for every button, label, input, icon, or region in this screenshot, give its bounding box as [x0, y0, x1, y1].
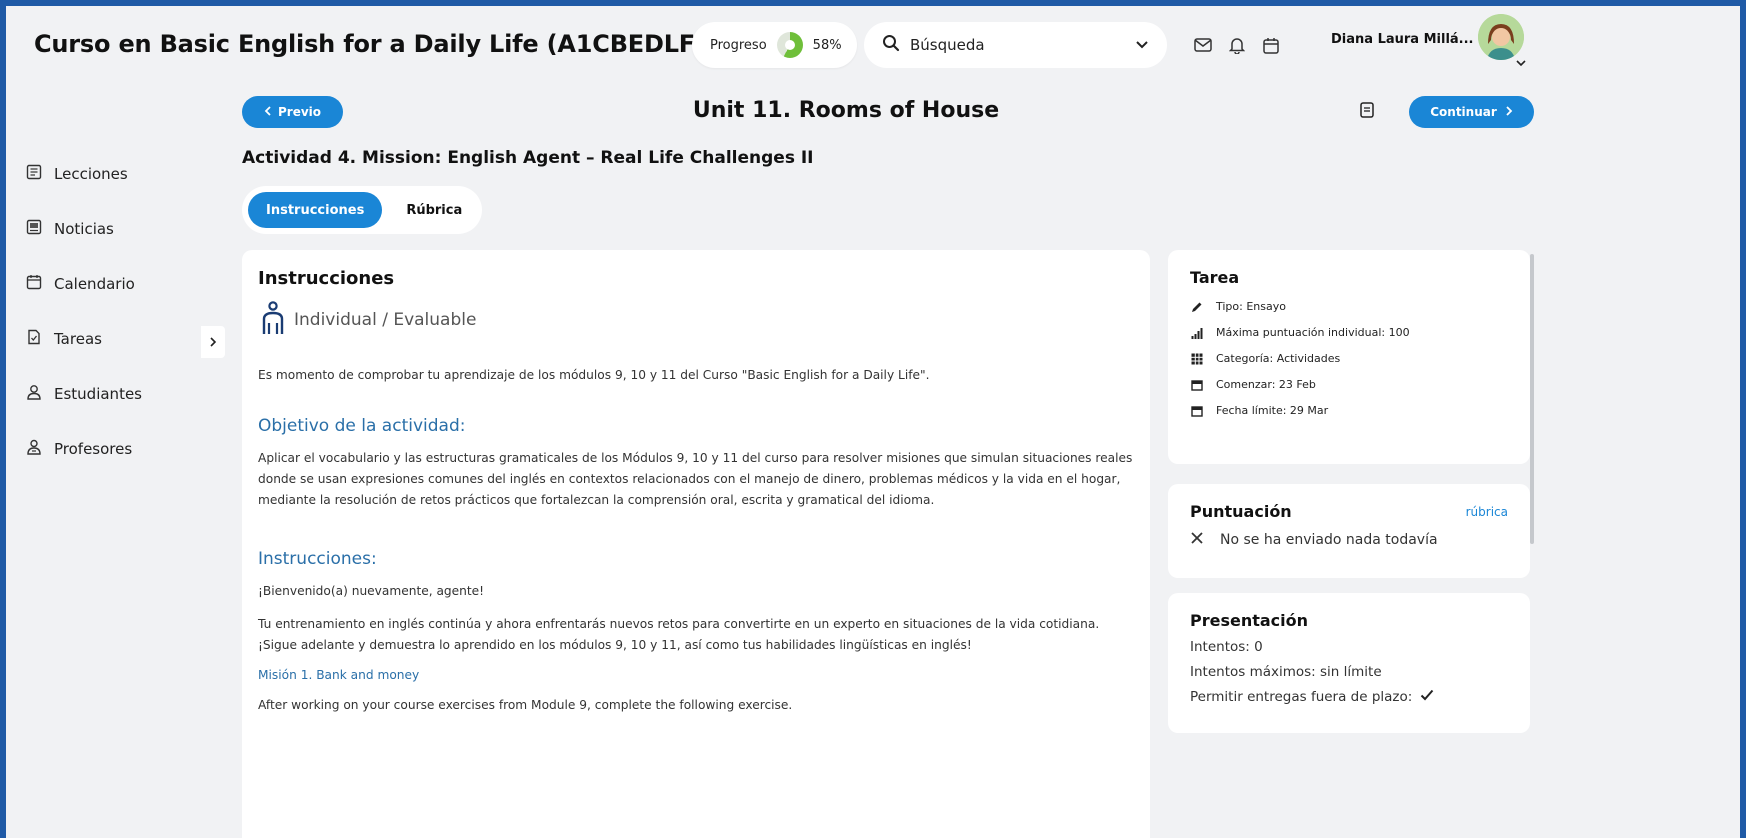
- chevron-right-icon: [1505, 105, 1513, 120]
- individual-person-icon: [258, 301, 288, 339]
- bookmark-icon[interactable]: [1360, 102, 1374, 122]
- instructions-subtitle: Instrucciones:: [258, 549, 377, 569]
- user-name[interactable]: Diana Laura Millá...: [1331, 32, 1474, 47]
- tab-rubrica[interactable]: Rúbrica: [388, 192, 480, 228]
- search-placeholder: Búsqueda: [910, 36, 985, 54]
- chevron-down-icon[interactable]: [1135, 36, 1149, 54]
- sidebar-toggle-button[interactable]: [201, 326, 225, 358]
- instructions-heading: Instrucciones: [258, 268, 395, 289]
- score-card-header: Puntuación rúbrica: [1190, 502, 1508, 521]
- task-max-score-row: Máxima puntuación individual: 100: [1190, 326, 1508, 339]
- objective-title: Objetivo de la actividad:: [258, 416, 466, 436]
- activity-mode: Individual / Evaluable: [258, 301, 1134, 339]
- unit-title: Unit 11. Rooms of House: [692, 98, 1000, 123]
- progress-label: Progreso: [710, 37, 767, 53]
- rubric-link[interactable]: rúbrica: [1466, 505, 1508, 519]
- chevron-left-icon: [264, 105, 272, 120]
- activity-title: Actividad 4. Mission: English Agent – Re…: [242, 148, 814, 168]
- chevron-right-icon: [209, 333, 217, 352]
- progress-value: 58%: [812, 37, 842, 53]
- mail-icon[interactable]: [1192, 34, 1214, 56]
- grid-icon: [1190, 353, 1204, 365]
- continue-button-label: Continuar: [1430, 105, 1497, 119]
- task-max-score: Máxima puntuación individual: 100: [1216, 326, 1410, 339]
- task-due-row: Fecha límite: 29 Mar: [1190, 404, 1508, 417]
- student-icon: [26, 384, 42, 404]
- sidebar-item-label: Calendario: [54, 275, 135, 293]
- task-type: Tipo: Ensayo: [1216, 300, 1286, 313]
- sidebar-item-noticias[interactable]: Noticias: [26, 219, 114, 239]
- task-card: Tarea Tipo: Ensayo Máxima puntuación ind…: [1168, 250, 1530, 464]
- task-start-date: Comenzar: 23 Feb: [1216, 378, 1316, 391]
- lessons-icon: [26, 164, 42, 184]
- sidebar-item-lecciones[interactable]: Lecciones: [26, 164, 128, 184]
- submission-card: Presentación Intentos: 0 Intentos máximo…: [1168, 593, 1530, 733]
- max-attempts: Intentos máximos: sin límite: [1190, 664, 1382, 680]
- previous-button[interactable]: Previo: [242, 96, 343, 128]
- sidebar-item-label: Lecciones: [54, 165, 128, 183]
- bell-icon[interactable]: [1226, 34, 1248, 56]
- training-text-2: ¡Sigue adelante y demuestra lo aprendido…: [258, 638, 972, 652]
- teacher-icon: [26, 439, 42, 459]
- sidebar-item-label: Tareas: [54, 330, 102, 348]
- task-type-row: Tipo: Ensayo: [1190, 300, 1508, 313]
- sidebar-item-label: Estudiantes: [54, 385, 142, 403]
- welcome-text: ¡Bienvenido(a) nuevamente, agente!: [258, 584, 485, 598]
- progress-donut: [776, 32, 803, 58]
- score-status: No se ha enviado nada todavía: [1220, 532, 1438, 548]
- submission-card-title: Presentación: [1190, 611, 1309, 630]
- task-category-row: Categoría: Actividades: [1190, 352, 1508, 365]
- training-text-1: Tu entrenamiento en inglés continúa y ah…: [258, 617, 1100, 631]
- sidebar-item-estudiantes[interactable]: Estudiantes: [26, 384, 142, 404]
- sidebar-item-profesores[interactable]: Profesores: [26, 439, 132, 459]
- attempts: Intentos: 0: [1190, 639, 1263, 655]
- mission-1-text: After working on your course exercises f…: [258, 698, 793, 712]
- signal-bars-icon: [1190, 327, 1204, 339]
- sidebar-item-calendario[interactable]: Calendario: [26, 274, 135, 294]
- late-submission-label: Permitir entregas fuera de plazo:: [1190, 689, 1413, 705]
- search-input[interactable]: Búsqueda: [864, 22, 1167, 68]
- score-card-title: Puntuación: [1190, 502, 1292, 521]
- objective-text: Aplicar el vocabulario y las estructuras…: [258, 451, 1133, 507]
- progress-indicator[interactable]: Progreso 58%: [692, 22, 857, 68]
- score-status-row: No se ha enviado nada todavía: [1190, 531, 1508, 549]
- tab-instrucciones[interactable]: Instrucciones: [248, 192, 383, 228]
- top-bar: Curso en Basic English for a Daily Life …: [6, 6, 1740, 90]
- close-icon: [1190, 531, 1204, 549]
- checkmark-icon: [1420, 689, 1434, 705]
- intro-text: Es momento de comprobar tu aprendizaje d…: [258, 368, 930, 382]
- tasks-icon: [26, 329, 42, 349]
- news-icon: [26, 219, 42, 239]
- instructions-panel: Instrucciones Individual / Evaluable Es …: [242, 250, 1150, 838]
- sidebar-item-label: Profesores: [54, 440, 133, 458]
- tab-bar: Instrucciones Rúbrica: [242, 186, 482, 234]
- previous-button-label: Previo: [277, 105, 322, 119]
- task-start-row: Comenzar: 23 Feb: [1190, 378, 1508, 391]
- right-panel-scrollbar[interactable]: [1530, 254, 1534, 544]
- calendar-icon: [1190, 405, 1204, 417]
- calendar-icon: [1190, 379, 1204, 391]
- late-submission-row: Permitir entregas fuera de plazo:: [1190, 689, 1508, 705]
- activity-mode-text: Individual / Evaluable: [294, 310, 477, 330]
- sidebar: Lecciones Noticias Calendario Tareas Est…: [6, 90, 214, 838]
- task-card-title: Tarea: [1190, 268, 1240, 287]
- sidebar-item-tareas[interactable]: Tareas: [26, 329, 102, 349]
- continue-button[interactable]: Continuar: [1409, 96, 1534, 128]
- app-window: Curso en Basic English for a Daily Life …: [6, 6, 1740, 838]
- task-category: Categoría: Actividades: [1216, 352, 1341, 365]
- calendar-icon[interactable]: [1260, 34, 1282, 56]
- task-due-date: Fecha límite: 29 Mar: [1216, 404, 1329, 417]
- search-icon: [882, 34, 900, 56]
- calendar-icon: [26, 274, 42, 294]
- mission-1-title: Misión 1. Bank and money: [258, 668, 420, 682]
- chevron-down-icon[interactable]: [1516, 52, 1526, 71]
- sidebar-item-label: Noticias: [54, 220, 114, 238]
- pencil-icon: [1190, 301, 1204, 313]
- score-card: Puntuación rúbrica No se ha enviado nada…: [1168, 484, 1530, 578]
